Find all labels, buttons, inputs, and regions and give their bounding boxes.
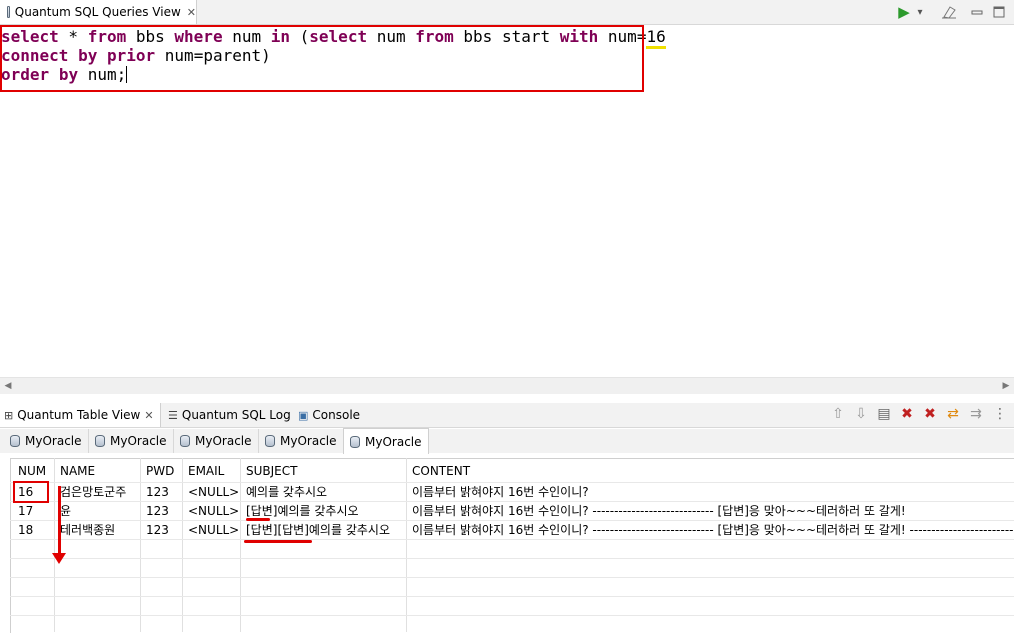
- console-icon: ▣: [298, 408, 309, 422]
- table-cell-email[interactable]: <NULL>: [188, 521, 238, 540]
- connection-tab-bar: MyOracle MyOracle MyOracle MyOracle MyOr…: [0, 428, 1014, 454]
- column-header-email[interactable]: EMAIL: [188, 460, 224, 482]
- table-cell-name[interactable]: 윤: [60, 502, 138, 521]
- chevron-down-icon[interactable]: ▾: [914, 3, 926, 21]
- annotation-arrow-head: [52, 553, 66, 564]
- view-menu-icon[interactable]: ⋮: [990, 403, 1010, 425]
- arrow-up-icon[interactable]: ⇧: [828, 403, 848, 425]
- column-divider: [406, 458, 407, 632]
- annotation-num-box: [13, 481, 49, 503]
- table-cell-name[interactable]: 테러백종원: [60, 521, 138, 540]
- database-icon: [7, 6, 10, 18]
- maximize-icon[interactable]: [990, 3, 1008, 21]
- tab-label: Quantum SQL Queries View: [14, 5, 181, 19]
- column-header-num[interactable]: NUM: [18, 460, 46, 482]
- table-cell-num[interactable]: 17: [18, 502, 52, 521]
- table-cell-subject[interactable]: [답변][답변]예의를 갖추시오: [246, 521, 404, 540]
- connection-tab-label: MyOracle: [25, 434, 82, 448]
- connection-tab-active[interactable]: MyOracle: [343, 428, 429, 454]
- row-divider: [10, 577, 1014, 578]
- table-cell-email[interactable]: <NULL>: [188, 483, 238, 502]
- database-icon: [10, 435, 20, 447]
- close-icon[interactable]: ✕: [187, 6, 196, 19]
- arrow-down-icon[interactable]: ⇩: [851, 403, 871, 425]
- table-cell-content[interactable]: 이름부터 밝혀야지 16번 수인이니? --------------------…: [412, 502, 1014, 521]
- column-divider: [182, 458, 183, 632]
- connection-tab-label: MyOracle: [110, 434, 167, 448]
- column-header-content[interactable]: CONTENT: [412, 460, 470, 482]
- tab-label: Quantum Table View: [17, 408, 141, 422]
- table-cell-pwd[interactable]: 123: [146, 521, 180, 540]
- column-header-subject[interactable]: SUBJECT: [246, 460, 297, 482]
- tab-label: Console: [312, 408, 361, 422]
- column-divider: [140, 458, 141, 632]
- table-cell-pwd[interactable]: 123: [146, 502, 180, 521]
- connection-tab[interactable]: MyOracle: [176, 429, 259, 453]
- column-header-name[interactable]: NAME: [60, 460, 95, 482]
- column-header-pwd[interactable]: PWD: [146, 460, 174, 482]
- annotation-query-box: [0, 25, 644, 92]
- editor-horizontal-scrollbar[interactable]: ◀ ▶: [0, 377, 1014, 394]
- editor-tab-bar: Quantum SQL Queries View ✕ ▶ ▾: [0, 0, 1014, 25]
- close-icon[interactable]: ✕: [144, 409, 153, 422]
- row-divider: [10, 615, 1014, 616]
- annotation-arrow-line: [58, 486, 61, 558]
- connection-tab-label: MyOracle: [280, 434, 337, 448]
- close-all-icon[interactable]: ✖: [920, 403, 940, 425]
- list-icon[interactable]: ▤: [874, 403, 894, 425]
- column-divider: [240, 458, 241, 632]
- run-icon[interactable]: ▶: [895, 3, 913, 21]
- tab-label: Quantum SQL Log: [181, 408, 291, 422]
- table-cell-name[interactable]: 검은망토군주: [60, 483, 138, 502]
- scroll-left-icon[interactable]: ◀: [1, 378, 15, 394]
- connection-tab[interactable]: MyOracle: [6, 429, 89, 453]
- row-divider: [10, 558, 1014, 559]
- connection-tab-label: MyOracle: [365, 434, 422, 449]
- table-cell-content[interactable]: 이름부터 밝혀야지 16번 수인이니? --------------------…: [412, 521, 1014, 540]
- table-cell-pwd[interactable]: 123: [146, 483, 180, 502]
- table-cell-email[interactable]: <NULL>: [188, 502, 238, 521]
- connection-tab[interactable]: MyOracle: [261, 429, 344, 453]
- minimize-icon[interactable]: [968, 3, 986, 21]
- table-cell-content[interactable]: 이름부터 밝혀야지 16번 수인이니?: [412, 483, 1014, 502]
- tab-quantum-sql-queries-view[interactable]: Quantum SQL Queries View ✕: [0, 0, 197, 24]
- table-cell-num[interactable]: 18: [18, 521, 52, 540]
- refresh-icon[interactable]: ⇄: [943, 403, 963, 425]
- table-icon: ⊞: [4, 408, 14, 422]
- clear-icon[interactable]: [940, 3, 958, 21]
- connection-tab[interactable]: MyOracle: [91, 429, 174, 453]
- sql-start-value: 16: [646, 27, 666, 49]
- scroll-right-icon[interactable]: ▶: [999, 378, 1013, 394]
- database-icon: [95, 435, 105, 447]
- connection-tab-label: MyOracle: [195, 434, 252, 448]
- database-icon: [350, 435, 360, 448]
- row-divider: [10, 596, 1014, 597]
- database-icon: [265, 435, 275, 447]
- database-icon: [180, 435, 190, 447]
- annotation-underline: [246, 518, 270, 521]
- tab-quantum-table-view[interactable]: ⊞ Quantum Table View ✕: [0, 403, 161, 427]
- tab-quantum-sql-log[interactable]: ☰ Quantum SQL Log: [164, 403, 291, 427]
- close-result-icon[interactable]: ✖: [897, 403, 917, 425]
- table-cell-subject[interactable]: 예의를 갖추시오: [246, 483, 404, 502]
- column-divider: [54, 458, 55, 632]
- tab-console[interactable]: ▣ Console: [294, 403, 360, 427]
- log-icon: ☰: [168, 408, 178, 422]
- annotation-underline: [244, 540, 312, 543]
- filter-icon[interactable]: ⇉: [966, 403, 986, 425]
